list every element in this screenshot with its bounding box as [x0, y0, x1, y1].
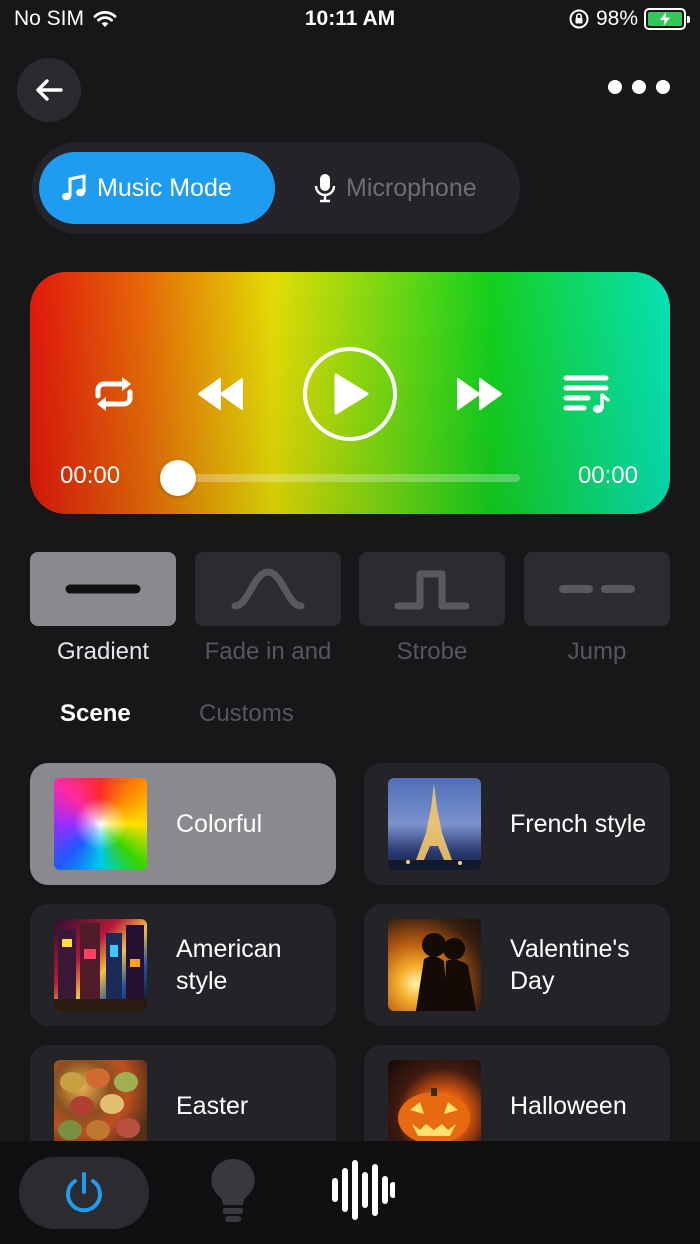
more-dots-icon: [608, 80, 622, 94]
next-icon: [457, 378, 502, 410]
previous-icon: [198, 378, 243, 410]
music-player: 00:00 00:00: [30, 272, 670, 514]
microphone-label: Microphone: [346, 173, 477, 202]
flat-line-icon: [65, 584, 141, 594]
french-style-thumbnail: [388, 778, 481, 870]
effect-fade[interactable]: Fade in and: [195, 552, 341, 666]
nav-music-button[interactable]: [330, 1157, 396, 1223]
pumpkin-icon: [398, 1088, 470, 1144]
scene-label: French style: [510, 810, 647, 838]
dash-icon: [559, 585, 635, 593]
effect-label: Fade in and: [204, 638, 332, 665]
pulse-icon: [394, 570, 470, 610]
effect-label: Gradient: [56, 638, 150, 665]
effect-label: Jump: [567, 638, 627, 665]
music-mode-label: Music Mode: [97, 173, 232, 202]
american-style-thumbnail: [54, 919, 147, 1011]
total-time: 00:00: [577, 462, 638, 489]
scene-label: Colorful: [176, 810, 263, 838]
bottom-nav: [0, 1141, 700, 1244]
scene-colorful[interactable]: Colorful: [30, 763, 336, 885]
battery-icon: [644, 8, 690, 30]
effect-label: Strobe: [396, 638, 468, 665]
next-button[interactable]: [454, 372, 506, 416]
sound-wave-icon: [332, 1160, 395, 1220]
scene-label: American style: [176, 935, 282, 995]
nav-light-button[interactable]: [208, 1155, 258, 1225]
arrow-left-icon: [36, 79, 63, 101]
progress-track[interactable]: [180, 474, 520, 482]
more-options-button[interactable]: [608, 80, 670, 94]
scene-label: Valentine's Day: [510, 935, 630, 995]
scene-american-style[interactable]: American style: [30, 904, 336, 1026]
microphone-button[interactable]: Microphone: [292, 152, 512, 224]
repeat-button[interactable]: [88, 372, 140, 416]
eiffel-tower-icon: [388, 784, 481, 870]
playlist-icon: [563, 375, 610, 413]
microphone-icon: [314, 174, 336, 203]
effect-jump[interactable]: Jump: [524, 552, 670, 666]
nav-power-button[interactable]: [19, 1157, 149, 1229]
scene-valentines-day[interactable]: Valentine's Day: [364, 904, 670, 1026]
valentines-day-thumbnail: [388, 919, 481, 1011]
effect-gradient[interactable]: Gradient: [30, 552, 176, 666]
progress-thumb[interactable]: [160, 460, 196, 496]
tab-scene[interactable]: Scene: [60, 700, 131, 728]
tab-customs[interactable]: Customs: [199, 700, 294, 728]
scene-french-style[interactable]: French style: [364, 763, 670, 885]
lightbulb-icon: [211, 1158, 255, 1222]
effect-strobe[interactable]: Strobe: [359, 552, 505, 666]
status-bar: No SIM 10:11 AM 98%: [0, 0, 700, 40]
halloween-thumbnail: [388, 1060, 481, 1152]
curve-icon: [231, 568, 305, 610]
power-icon: [66, 1172, 102, 1213]
play-button[interactable]: [303, 347, 397, 441]
mode-toggle: Music Mode Microphone: [32, 142, 520, 234]
play-icon: [334, 373, 369, 415]
battery-percent: 98%: [595, 7, 638, 30]
repeat-icon: [95, 377, 133, 411]
orientation-lock-icon: [569, 9, 589, 29]
previous-button[interactable]: [194, 372, 246, 416]
playlist-button[interactable]: [560, 372, 612, 416]
colorful-thumbnail: [54, 778, 147, 870]
music-mode-button[interactable]: Music Mode: [39, 152, 275, 224]
easter-thumbnail: [54, 1060, 147, 1152]
back-button[interactable]: [17, 58, 81, 122]
music-note-icon: [62, 174, 86, 201]
current-time: 00:00: [60, 462, 121, 489]
